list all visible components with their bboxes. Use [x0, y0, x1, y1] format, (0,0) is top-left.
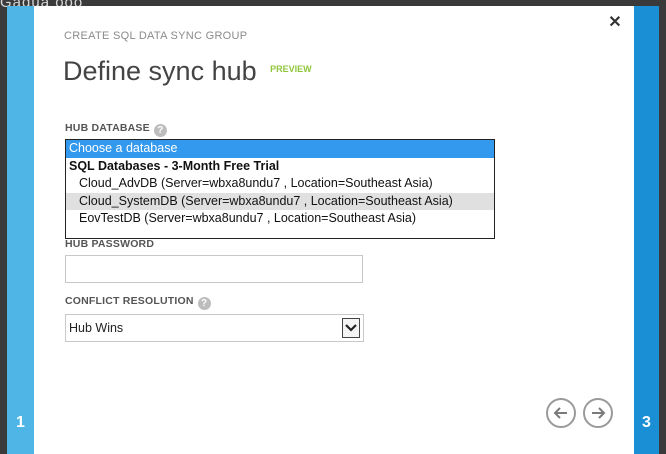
- conflict-resolution-label-text: CONFLICT RESOLUTION: [65, 295, 194, 307]
- hub-database-label-text: HUB DATABASE: [65, 122, 150, 134]
- hub-password-input[interactable]: [65, 255, 363, 283]
- wizard-dialog: ✕ CREATE SQL DATA SYNC GROUP Define sync…: [34, 6, 634, 454]
- close-icon[interactable]: ✕: [608, 14, 622, 32]
- conflict-resolution-label: CONFLICT RESOLUTION?: [65, 295, 211, 310]
- wizard-left-rail: 1: [7, 6, 34, 454]
- option-cloud-systemdb[interactable]: Cloud_SystemDB (Server=wbxa8undu7 , Loca…: [66, 192, 494, 210]
- step-number-left: 1: [16, 414, 25, 431]
- wizard-right-rail: 3: [634, 6, 659, 454]
- help-icon[interactable]: ?: [197, 297, 211, 310]
- option-choose-database[interactable]: Choose a database: [66, 140, 494, 158]
- hub-database-dropdown-list[interactable]: Choose a database SQL Databases - 3-Mont…: [65, 139, 495, 239]
- title-row: Define sync hub PREVIEW: [63, 56, 312, 87]
- next-button[interactable]: [583, 398, 613, 428]
- step-number-right: 3: [642, 414, 651, 431]
- conflict-resolution-select[interactable]: Hub Wins: [65, 314, 364, 342]
- preview-badge: PREVIEW: [270, 64, 312, 74]
- option-group-sql-databases: SQL Databases - 3-Month Free Trial: [69, 158, 280, 173]
- arrow-left-icon: [553, 407, 567, 419]
- arrow-right-icon: [592, 407, 606, 419]
- conflict-resolution-value: Hub Wins: [69, 321, 124, 335]
- option-eovtestdb[interactable]: EovTestDB (Server=wbxa8undu7 , Location=…: [66, 210, 494, 228]
- chevron-down-icon[interactable]: [342, 318, 360, 338]
- help-icon[interactable]: ?: [153, 124, 167, 137]
- wizard-caption: CREATE SQL DATA SYNC GROUP: [64, 30, 248, 42]
- page-title: Define sync hub: [63, 56, 257, 86]
- option-cloud-advdb[interactable]: Cloud_AdvDB (Server=wbxa8undu7 , Locatio…: [66, 175, 494, 193]
- hub-database-label: HUB DATABASE?: [65, 122, 167, 137]
- back-button[interactable]: [546, 398, 576, 428]
- hub-password-label: HUB PASSWORD: [65, 238, 155, 250]
